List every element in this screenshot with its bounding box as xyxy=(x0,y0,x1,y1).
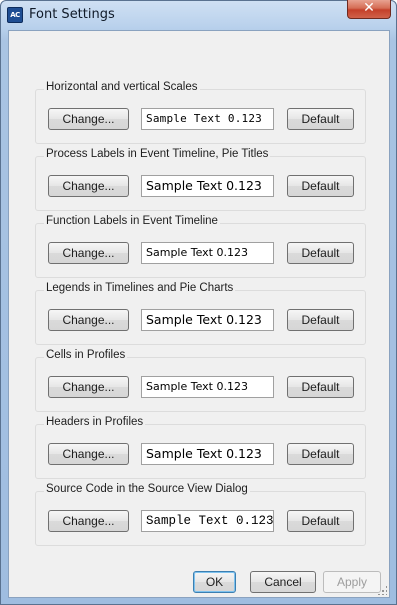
group-headers-in-profiles: Headers in Profiles Change... Sample Tex… xyxy=(35,416,366,479)
default-button[interactable]: Default xyxy=(287,309,354,331)
default-button[interactable]: Default xyxy=(287,376,354,398)
sample-text-preview: Sample Text 0.123 xyxy=(141,376,274,398)
change-button[interactable]: Change... xyxy=(48,175,129,197)
group-cells-in-profiles: Cells in Profiles Change... Sample Text … xyxy=(35,349,366,412)
group-source-code: Source Code in the Source View Dialog Ch… xyxy=(35,483,366,546)
group-process-labels: Process Labels in Event Timeline, Pie Ti… xyxy=(35,148,366,211)
apply-button[interactable]: Apply xyxy=(323,571,381,593)
sample-text-preview: Sample Text 0.123 xyxy=(141,510,274,532)
change-button[interactable]: Change... xyxy=(48,510,129,532)
font-settings-window: AC Font Settings ✕ Horizontal and vertic… xyxy=(0,0,397,605)
group-legends: Legends in Timelines and Pie Charts Chan… xyxy=(35,282,366,345)
change-button[interactable]: Change... xyxy=(48,309,129,331)
sample-text-preview: Sample Text 0.123 xyxy=(141,108,274,130)
change-button[interactable]: Change... xyxy=(48,376,129,398)
cancel-button[interactable]: Cancel xyxy=(250,571,316,593)
default-button[interactable]: Default xyxy=(287,510,354,532)
sample-text-preview: Sample Text 0.123 xyxy=(141,175,274,197)
group-label: Horizontal and vertical Scales xyxy=(44,81,200,93)
change-button[interactable]: Change... xyxy=(48,443,129,465)
default-button[interactable]: Default xyxy=(287,175,354,197)
group-label: Process Labels in Event Timeline, Pie Ti… xyxy=(44,148,271,160)
group-label: Headers in Profiles xyxy=(44,416,146,428)
change-button[interactable]: Change... xyxy=(48,108,129,130)
sample-text-preview: Sample Text 0.123 xyxy=(141,309,274,331)
default-button[interactable]: Default xyxy=(287,443,354,465)
app-icon: AC xyxy=(7,7,23,23)
group-label: Function Labels in Event Timeline xyxy=(44,215,220,227)
window-title: Font Settings xyxy=(29,7,115,22)
default-button[interactable]: Default xyxy=(287,108,354,130)
group-function-labels: Function Labels in Event Timeline Change… xyxy=(35,215,366,278)
sample-text-preview: Sample Text 0.123 xyxy=(141,443,274,465)
sample-text-preview: Sample Text 0.123 xyxy=(141,242,274,264)
group-label: Cells in Profiles xyxy=(44,349,128,361)
close-button[interactable]: ✕ xyxy=(347,0,391,19)
group-label: Legends in Timelines and Pie Charts xyxy=(44,282,236,294)
change-button[interactable]: Change... xyxy=(48,242,129,264)
default-button[interactable]: Default xyxy=(287,242,354,264)
title-bar[interactable]: AC Font Settings ✕ xyxy=(1,0,396,29)
ok-button[interactable]: OK xyxy=(193,571,236,593)
dialog-client-area: Horizontal and vertical Scales Change...… xyxy=(8,30,390,598)
group-label: Source Code in the Source View Dialog xyxy=(44,483,250,495)
group-horizontal-vertical-scales: Horizontal and vertical Scales Change...… xyxy=(35,81,366,144)
